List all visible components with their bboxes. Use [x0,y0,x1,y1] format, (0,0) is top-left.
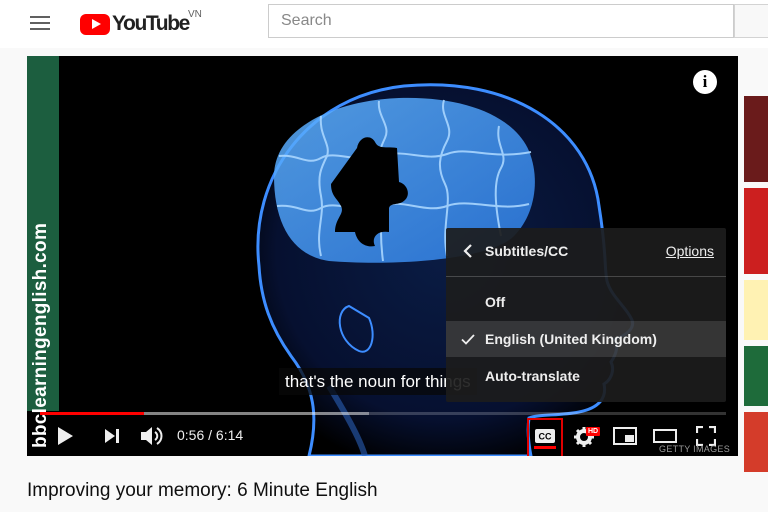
menu-item-label: Off [485,294,506,310]
progress-played [40,412,145,415]
chevron-left-icon[interactable] [460,243,476,259]
miniplayer-icon[interactable] [613,427,637,445]
time-display: 0:56 / 6:14 [177,427,243,443]
check-icon [461,334,475,345]
subtitles-settings-menu: Subtitles/CC Options Off English (United… [446,228,726,402]
theater-mode-icon[interactable] [653,429,677,443]
logo-text: YouTube [112,12,190,35]
menu-item-off[interactable]: Off [446,284,726,320]
info-icon[interactable]: i [693,70,717,94]
options-link[interactable]: Options [666,243,714,259]
time-separator: / [204,427,216,443]
region-code: VN [188,9,202,20]
hd-badge: HD [586,427,601,436]
next-icon[interactable] [103,428,121,444]
play-icon[interactable] [56,426,74,446]
progress-bar[interactable] [40,412,726,415]
getty-watermark: GETTY IMAGES [659,444,730,454]
menu-header: Subtitles/CC Options [446,228,726,277]
search-button[interactable] [734,4,768,38]
menu-item-english-uk[interactable]: English (United Kingdom) [446,321,726,357]
youtube-logo-icon [80,13,110,35]
subtitles-highlight-box [527,418,563,456]
duration: 6:14 [215,427,244,443]
menu-item-label: Auto-translate [485,368,580,384]
masthead: YouTube VN [0,0,768,48]
volume-icon[interactable] [139,425,163,447]
side-banner-text: bbclearningenglish.com [30,222,51,448]
menu-icon[interactable] [28,12,52,34]
menu-item-label: English (United Kingdom) [485,331,657,347]
current-time: 0:56 [177,427,205,443]
search-input[interactable] [268,4,734,38]
youtube-logo[interactable]: YouTube VN [80,9,202,36]
video-player[interactable]: bbclearningenglish.com i that's the noun… [27,56,738,456]
menu-item-auto-translate[interactable]: Auto-translate [446,358,726,394]
related-videos-strip[interactable] [744,56,768,512]
fullscreen-icon[interactable] [696,426,716,446]
menu-title[interactable]: Subtitles/CC [485,243,568,259]
video-title: Improving your memory: 6 Minute English [27,480,378,501]
